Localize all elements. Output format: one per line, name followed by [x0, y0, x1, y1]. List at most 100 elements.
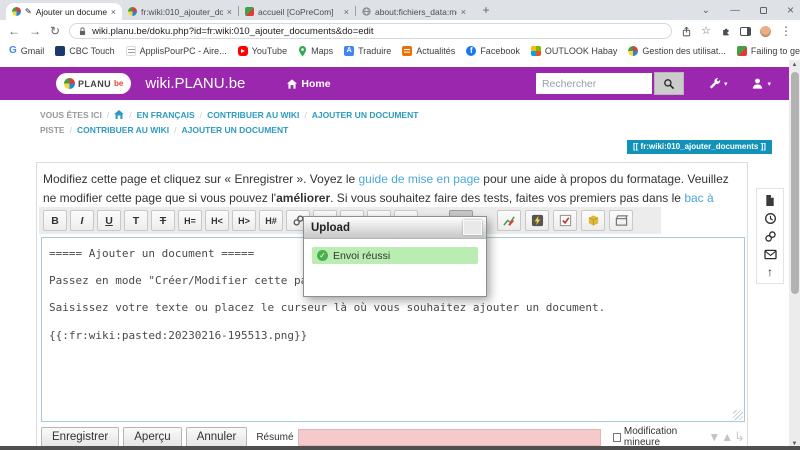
bookmark-label: Gestion des utilisat... [642, 46, 726, 56]
upload-popup: Upload ✓ Envoi réussi [303, 216, 487, 297]
tab-ajouter-documents-edit[interactable]: fr:wiki:010_ajouter_documents [w × [122, 3, 238, 20]
tab-close-icon[interactable]: × [227, 7, 232, 17]
new-tab-button[interactable]: + [478, 3, 494, 19]
bookmark-gestion-utilisateurs[interactable]: Gestion des utilisat... [628, 46, 726, 56]
todo-plugin-button[interactable] [553, 210, 577, 231]
headline-same-button[interactable]: H= [178, 210, 202, 231]
slideshow-plugin-button[interactable] [609, 210, 633, 231]
home-icon [287, 79, 297, 89]
breadcrumb-home-icon[interactable] [114, 110, 124, 119]
headline-lower-button[interactable]: H< [205, 210, 229, 231]
link-guide-mise-en-page[interactable]: guide de mise en page [359, 172, 480, 186]
search-button[interactable] [654, 72, 684, 95]
jump-up-icon[interactable]: ▲ [721, 430, 733, 444]
breadcrumb-separator: / [70, 125, 72, 135]
forward-icon[interactable]: → [29, 25, 41, 37]
tab-title: about:fichiers_data:membres_inc [375, 7, 457, 17]
share-icon[interactable] [681, 26, 692, 37]
success-text: Envoi réussi [333, 250, 390, 262]
summary-input[interactable] [298, 429, 601, 446]
bookmark-applispourpc[interactable]: ApplisPourPC - Aire... [126, 46, 227, 56]
user-menu[interactable]: ▾ [751, 77, 771, 90]
jump-down-icon[interactable]: ▼ [708, 430, 720, 444]
back-to-top-icon[interactable]: ↑ [763, 265, 777, 279]
bookmark-traduire[interactable]: ATraduire [344, 46, 391, 56]
minor-edit-checkbox[interactable] [613, 433, 621, 442]
pencil-icon: ✎ [25, 7, 32, 16]
home-link[interactable]: Home [287, 78, 330, 90]
bookmark-youtube[interactable]: YouTube [238, 46, 287, 56]
strikethrough-button[interactable]: T [151, 210, 175, 231]
page-id-badge: [[ fr:wiki:010_ajouter_documents ]] [627, 140, 772, 154]
bookmark-facebook[interactable]: fFacebook [466, 46, 520, 56]
save-button[interactable]: Enregistrer [41, 427, 119, 448]
upload-popup-titlebar[interactable]: Upload [304, 217, 486, 239]
package-plugin-button[interactable] [581, 210, 605, 231]
bold-button[interactable]: B [43, 210, 67, 231]
jump-corner-icon[interactable]: ↳ [734, 429, 745, 445]
email-icon[interactable] [763, 247, 777, 261]
preview-button[interactable]: Aperçu [123, 427, 181, 448]
breadcrumb-link[interactable]: AJOUTER UN DOCUMENT [312, 110, 419, 120]
menu-dots-icon[interactable]: ⋮ [780, 25, 792, 37]
bookmark-maps[interactable]: Maps [298, 46, 333, 57]
cancel-button[interactable]: Annuler [186, 427, 248, 448]
translate-icon: A [344, 46, 354, 56]
italic-button[interactable]: I [70, 210, 94, 231]
headline-select-button[interactable]: H# [259, 210, 283, 231]
history-icon[interactable] [763, 211, 777, 225]
tab-close-icon[interactable]: × [111, 7, 116, 17]
bookmark-star-icon[interactable]: ☆ [701, 26, 711, 37]
breadcrumb-link[interactable]: EN FRANÇAIS [137, 110, 195, 120]
bookmark-actualites[interactable]: Actualités [402, 46, 455, 56]
site-logo[interactable]: PLANU be [56, 73, 131, 94]
bookmark-failing-auth[interactable]: Failing to get authc... [737, 46, 800, 56]
tab-close-icon[interactable]: × [461, 7, 466, 17]
backlink-icon[interactable] [763, 229, 777, 243]
back-icon[interactable]: ← [8, 25, 20, 37]
site-title[interactable]: wiki.PLANU.be [145, 75, 245, 92]
microsoft-icon [531, 46, 541, 56]
tab-title: accueil [CoPreCom] [258, 7, 340, 17]
underline-button[interactable]: U [97, 210, 121, 231]
minimize-button[interactable]: — [730, 5, 740, 16]
search-area [536, 72, 684, 95]
resize-grip[interactable] [733, 410, 743, 420]
planu-favicon-icon [128, 7, 137, 16]
scroll-up-arrow[interactable]: ▲ [789, 60, 800, 71]
draw-plugin-button[interactable] [497, 210, 521, 231]
globe-icon [362, 7, 371, 16]
tab-title: fr:wiki:010_ajouter_documents [w [141, 7, 223, 17]
scrollbar-thumb[interactable] [791, 72, 799, 294]
bookmark-cbc-touch[interactable]: CBC Touch [55, 46, 114, 56]
breadcrumb-separator: / [304, 110, 306, 120]
monospace-button[interactable]: T [124, 210, 148, 231]
lock-icon [78, 26, 87, 37]
side-panel-icon[interactable] [740, 27, 751, 36]
note-plugin-button[interactable] [525, 210, 549, 231]
scrollbar[interactable]: ▲ ▼ [789, 60, 800, 450]
tab-about-fichiers[interactable]: about:fichiers_data:membres_inc × [356, 3, 472, 20]
breadcrumb-link[interactable]: CONTRIBUER AU WIKI [207, 110, 299, 120]
edit-page-icon[interactable] [763, 193, 777, 207]
site-tools-menu[interactable]: ▾ [708, 77, 728, 90]
search-input[interactable] [536, 73, 652, 94]
profile-avatar[interactable] [760, 26, 771, 37]
url-input[interactable] [92, 26, 663, 37]
bookmark-gmail[interactable]: GGmail [9, 46, 44, 56]
maximize-button[interactable] [760, 7, 767, 14]
popup-close-button[interactable] [463, 220, 482, 235]
close-window-button[interactable]: × [787, 3, 794, 17]
facebook-icon: f [466, 46, 476, 56]
tab-accueil-coprecom[interactable]: accueil [CoPreCom] × [239, 3, 355, 20]
tab-ajouter-document[interactable]: ✎ Ajouter un document [wiki.PL × [6, 3, 122, 20]
address-bar[interactable] [69, 23, 672, 39]
tab-search-chevron-icon[interactable]: ⌄ [702, 5, 710, 16]
headline-higher-button[interactable]: H> [232, 210, 256, 231]
bookmark-outlook[interactable]: OUTLOOK Habay [531, 46, 618, 56]
breadcrumb-link[interactable]: CONTRIBUER AU WIKI [77, 125, 169, 135]
reload-icon[interactable]: ↻ [50, 25, 60, 37]
breadcrumb-link[interactable]: AJOUTER UN DOCUMENT [182, 125, 289, 135]
extensions-icon[interactable] [720, 26, 731, 37]
tab-close-icon[interactable]: × [344, 7, 349, 17]
